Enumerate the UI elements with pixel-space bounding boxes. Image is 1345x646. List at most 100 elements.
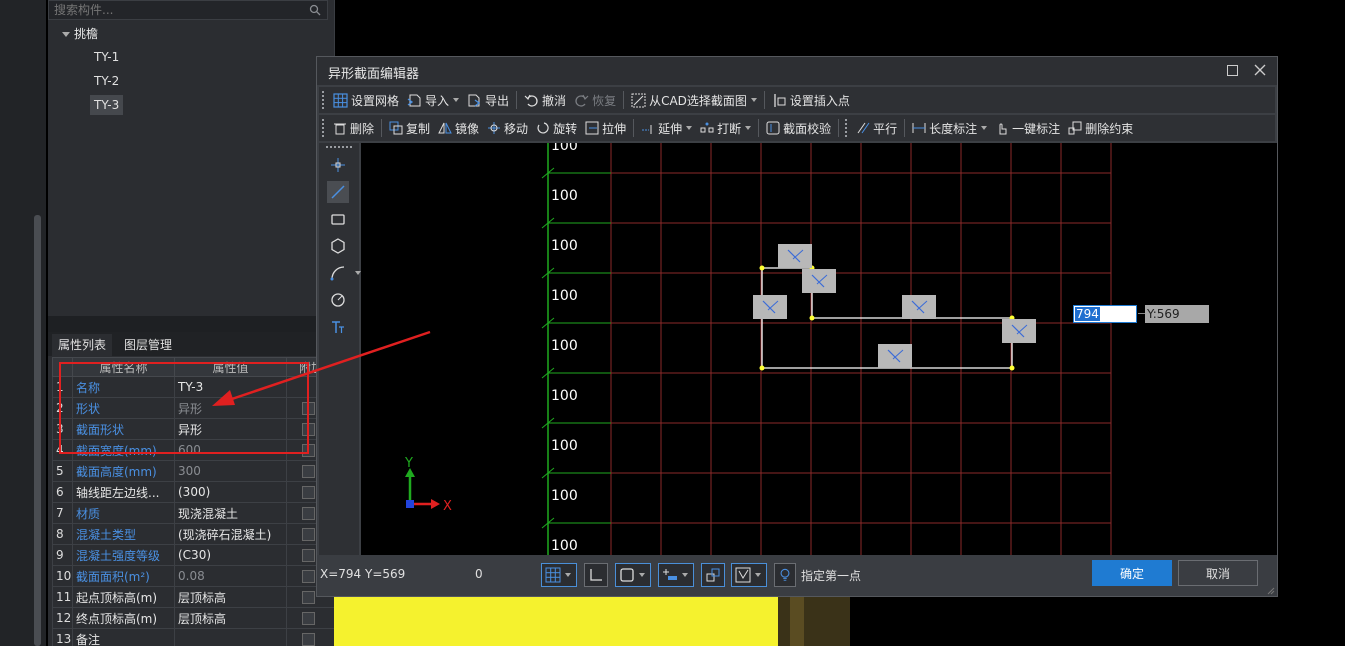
property-name: 材质 [72,502,175,524]
checkbox[interactable] [302,465,315,478]
property-value[interactable]: 300 [174,460,287,482]
search-icon[interactable] [309,4,321,16]
undo-button[interactable]: 撤消 [520,89,570,111]
cancel-button[interactable]: 取消 [1178,560,1258,586]
toolbar-grip[interactable] [845,119,848,137]
search-box[interactable] [48,0,328,20]
checkbox[interactable] [302,612,315,625]
property-value[interactable] [174,628,287,646]
set-insert-point-button[interactable]: 设置插入点 [768,89,854,111]
extend-button[interactable]: 延伸 [637,117,696,139]
dropdown-arrow-icon[interactable] [745,126,752,130]
rotate-button[interactable]: 旋转 [532,117,581,139]
property-row[interactable]: 11 起点顶标高(m) 层顶标高 [52,586,336,608]
property-row[interactable]: 8 混凝土类型 (现浇碎石混凝土) [52,523,336,545]
tree-root-node[interactable]: 挑檐 [62,25,98,42]
dropdown-arrow-icon[interactable] [755,573,761,577]
set-grid-button[interactable]: 设置网格 [329,89,403,111]
dropdown-arrow-icon[interactable] [565,573,571,577]
checkbox[interactable] [302,591,315,604]
ok-button[interactable]: 确定 [1092,560,1172,586]
maximize-icon[interactable] [1227,65,1238,76]
point-tool[interactable] [327,154,349,176]
checkbox[interactable] [302,507,315,520]
grid-icon [545,567,561,583]
drawing-canvas[interactable]: 100 100 100 100 100 100 100 100 100 Y X 794 Y:56… [361,143,1277,555]
tree-item[interactable]: TY-2 [90,71,123,91]
checkbox[interactable] [302,570,315,583]
dialog-title-bar[interactable]: 异形截面编辑器 [317,57,1277,85]
x-coordinate-value[interactable]: 794 [1075,307,1100,321]
select-from-cad-button[interactable]: 从CAD选择截面图 [627,89,761,111]
main-toolbar: 设置网格 导入 导出 撤消 恢复 从CAD选择截面图 设置插入点 [319,87,1275,113]
property-value[interactable]: (现浇碎石混凝土) [174,523,287,545]
rectangle-tool[interactable] [327,208,349,230]
tab-layer-management[interactable]: 图层管理 [118,334,178,356]
property-row[interactable]: 10 截面面积(m²) 0.08 [52,565,336,587]
search-input[interactable] [49,1,327,19]
dimension-input-toggle[interactable] [658,563,694,587]
checkbox[interactable] [302,528,315,541]
angle-snap-toggle[interactable] [731,563,767,587]
export-button[interactable]: 导出 [463,89,513,111]
toolbar-grip[interactable] [322,91,325,109]
dropdown-arrow-icon[interactable] [453,98,460,102]
line-tool[interactable] [327,181,349,203]
toolbar-grip[interactable] [322,119,325,137]
checkbox[interactable] [302,486,315,499]
mirror-button[interactable]: 镜像 [434,117,483,139]
property-row[interactable]: 9 混凝土强度等级 (C30) [52,544,336,566]
grid-snap-toggle[interactable] [541,563,577,587]
property-name: 截面面积(m²) [72,565,175,587]
delete-button[interactable]: 删除 [329,117,378,139]
polygon-tool[interactable] [327,235,349,257]
delete-constraint-button[interactable]: 删除约束 [1064,117,1137,139]
object-snap-toggle[interactable] [615,563,651,587]
circle-tool[interactable] [327,289,349,311]
close-icon[interactable] [1252,62,1268,78]
property-value[interactable]: (C30) [174,544,287,566]
dropdown-arrow-icon[interactable] [686,126,693,130]
section-check-button[interactable]: 截面校验 [762,117,835,139]
one-click-dimension-button[interactable]: 一键标注 [991,117,1064,139]
status-bar: X=794 Y=569 0 指定第一点 确定 取消 [317,555,1277,596]
property-row[interactable]: 12 终点顶标高(m) 层顶标高 [52,607,336,629]
tree-item[interactable]: TY-1 [90,47,123,67]
property-row[interactable]: 13 备注 [52,628,336,646]
tools-grip[interactable] [326,146,352,148]
grid-row-label: 100 [551,388,578,404]
dropdown-arrow-icon[interactable] [750,98,757,102]
property-value[interactable]: 层顶标高 [174,586,287,608]
tree-item-selected[interactable]: TY-3 [90,95,124,115]
checkbox[interactable] [302,633,315,646]
canvas-drawing[interactable]: 100 100 100 100 100 100 100 100 100 Y X [361,143,1277,555]
break-button[interactable]: 打断 [696,117,755,139]
hint-toggle[interactable] [774,563,796,587]
property-value[interactable]: 层顶标高 [174,607,287,629]
property-value[interactable]: (300) [174,481,287,503]
caret-down-icon[interactable] [62,32,70,37]
copy-button[interactable]: 复制 [385,117,434,139]
y-coordinate-display[interactable]: Y:569 [1145,305,1209,323]
dropdown-arrow-icon[interactable] [981,126,988,130]
property-row[interactable]: 5 截面高度(mm) 300 [52,460,336,482]
polar-tracking-toggle[interactable] [701,563,725,587]
move-button[interactable]: 移动 [483,117,532,139]
redo-button[interactable]: 恢复 [570,89,620,111]
ortho-toggle[interactable] [584,563,608,587]
arc-tool[interactable] [327,262,361,284]
dropdown-arrow-icon[interactable] [639,573,645,577]
resize-grip-icon[interactable] [1265,585,1275,595]
import-button[interactable]: 导入 [403,89,463,111]
property-row[interactable]: 7 材质 现浇混凝土 [52,502,336,524]
parallel-button[interactable]: 平行 [852,117,901,139]
property-row[interactable]: 6 轴线距左边线... (300) [52,481,336,503]
property-value[interactable]: 0.08 [174,565,287,587]
dropdown-arrow-icon[interactable] [682,573,688,577]
scrollbar[interactable] [34,215,41,646]
tab-property-list[interactable]: 属性列表 [52,334,113,356]
length-dimension-button[interactable]: 长度标注 [908,117,991,139]
checkbox[interactable] [302,549,315,562]
property-value[interactable]: 现浇混凝土 [174,502,287,524]
stretch-button[interactable]: 拉伸 [581,117,630,139]
